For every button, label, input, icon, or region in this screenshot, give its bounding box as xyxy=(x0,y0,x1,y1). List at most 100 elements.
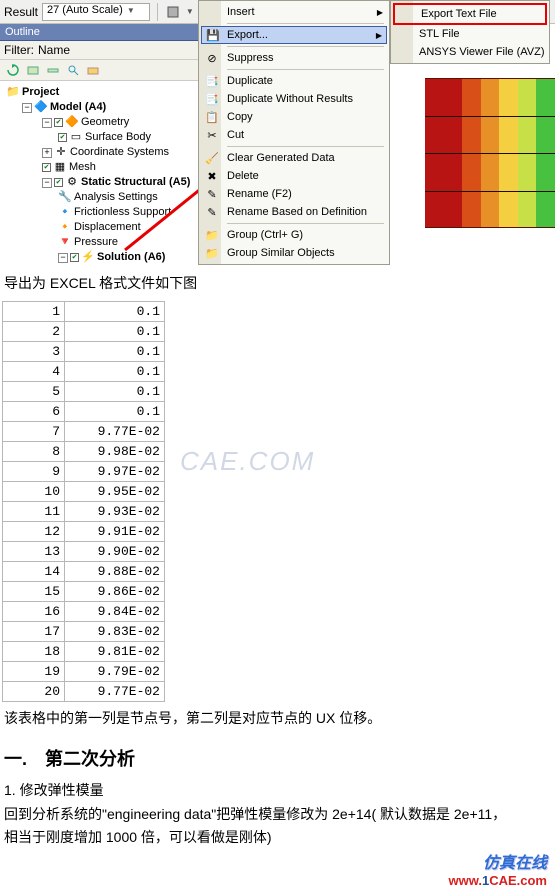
export-submenu[interactable]: Export Text File STL File ANSYS Viewer F… xyxy=(390,0,550,64)
table-cell: 9.90E-02 xyxy=(65,542,165,562)
tree-analysis[interactable]: Analysis Settings xyxy=(74,190,158,205)
table-cell: 9.86E-02 xyxy=(65,582,165,602)
expand-icon[interactable] xyxy=(24,62,42,78)
model-tree[interactable]: 📁Project −🔷Model (A4) −✔🔶Geometry ✔▭Surf… xyxy=(0,81,230,267)
table-cell: 9.98E-02 xyxy=(65,442,165,462)
menu-group-similar[interactable]: 📁Group Similar Objects xyxy=(201,244,387,262)
menu-rename[interactable]: ✎Rename (F2) xyxy=(201,185,387,203)
menu-duplicate-no-results[interactable]: 📑Duplicate Without Results xyxy=(201,90,387,108)
table-row: 209.77E-02 xyxy=(3,682,165,702)
menu-duplicate[interactable]: 📑Duplicate xyxy=(201,72,387,90)
menu-group[interactable]: 📁Group (Ctrl+ G) xyxy=(201,226,387,244)
tree-geometry[interactable]: Geometry xyxy=(81,115,129,130)
step-body-line: 回到分析系统的"engineering data"把弹性模量修改为 2e+14(… xyxy=(4,803,551,827)
result-scale-dropdown[interactable]: 27 (Auto Scale) ▼ xyxy=(42,3,150,21)
tree-project[interactable]: Project xyxy=(22,85,59,100)
check-icon: ✔ xyxy=(42,163,51,172)
table-cell: 18 xyxy=(3,642,65,662)
cut-icon: ✂ xyxy=(204,127,220,143)
tree-static[interactable]: Static Structural (A5) xyxy=(81,175,190,190)
table-explanation: 该表格中的第一列是节点号，第二列是对应节点的 UX 位移。 xyxy=(0,702,555,734)
tree-pressure[interactable]: Pressure xyxy=(74,235,118,250)
filter-label: Filter: xyxy=(4,43,34,57)
expander-icon[interactable]: − xyxy=(22,103,32,113)
table-row: 109.95E-02 xyxy=(3,482,165,502)
copy-icon: 📋 xyxy=(204,109,220,125)
refresh-icon[interactable] xyxy=(4,62,22,78)
rename-icon: ✎ xyxy=(204,204,220,220)
collapse-icon[interactable] xyxy=(44,62,62,78)
table-row: 50.1 xyxy=(3,382,165,402)
table-cell: 0.1 xyxy=(65,302,165,322)
table-row: 10.1 xyxy=(3,302,165,322)
step-title: 1. 修改弹性模量 xyxy=(4,779,551,803)
table-row: 169.84E-02 xyxy=(3,602,165,622)
tree-toolbar xyxy=(0,60,230,81)
table-row: 159.86E-02 xyxy=(3,582,165,602)
geometry-icon[interactable] xyxy=(165,4,181,20)
result-scale-value: 27 (Auto Scale) xyxy=(47,4,123,16)
project-icon: 📁 xyxy=(6,86,20,100)
table-cell: 0.1 xyxy=(65,322,165,342)
table-cell: 0.1 xyxy=(65,402,165,422)
tree-displacement[interactable]: Displacement xyxy=(74,220,141,235)
table-cell: 9.79E-02 xyxy=(65,662,165,682)
tree-surface[interactable]: Surface Body xyxy=(85,130,151,145)
section-title: 一. 第二次分析 xyxy=(4,745,551,771)
menu-suppress[interactable]: ⊘Suppress xyxy=(201,49,387,67)
tree-mesh[interactable]: Mesh xyxy=(69,160,96,175)
table-cell: 9 xyxy=(3,462,65,482)
folder-icon: 📁 xyxy=(204,245,220,261)
table-row: 79.77E-02 xyxy=(3,422,165,442)
solution-icon: ⚡ xyxy=(81,251,95,265)
table-cell: 11 xyxy=(3,502,65,522)
expander-icon[interactable]: − xyxy=(42,178,52,188)
expander-icon[interactable]: − xyxy=(58,253,68,263)
tree-coord[interactable]: Coordinate Systems xyxy=(70,145,169,160)
expander-icon[interactable]: + xyxy=(42,148,52,158)
chevron-right-icon: ▶ xyxy=(377,8,383,17)
table-cell: 0.1 xyxy=(65,362,165,382)
export-icon: 💾 xyxy=(205,27,221,43)
table-row: 179.83E-02 xyxy=(3,622,165,642)
table-row: 119.93E-02 xyxy=(3,502,165,522)
menu-cut[interactable]: ✂Cut xyxy=(201,126,387,144)
find-icon[interactable] xyxy=(64,62,82,78)
folder-icon[interactable] xyxy=(84,62,102,78)
menu-copy[interactable]: 📋Copy xyxy=(201,108,387,126)
duplicate-icon: 📑 xyxy=(204,73,220,89)
menu-export-stl[interactable]: STL File xyxy=(393,25,547,43)
table-cell: 9.83E-02 xyxy=(65,622,165,642)
tree-solinfo[interactable]: Solution Information xyxy=(90,265,188,267)
menu-clear[interactable]: 🧹Clear Generated Data xyxy=(201,149,387,167)
tree-frictionless[interactable]: Frictionless Support xyxy=(74,205,171,220)
tree-model[interactable]: Model (A4) xyxy=(50,100,106,115)
menu-export[interactable]: 💾Export...▶ xyxy=(201,26,387,44)
table-cell: 9.81E-02 xyxy=(65,642,165,662)
check-icon: ✔ xyxy=(58,133,67,142)
menu-export-avz[interactable]: ANSYS Viewer File (AVZ) xyxy=(393,43,547,61)
delete-icon: ✖ xyxy=(204,168,220,184)
expander-icon[interactable]: − xyxy=(42,118,52,128)
mesh-icon: ▦ xyxy=(53,161,67,175)
table-cell: 4 xyxy=(3,362,65,382)
table-cell: 12 xyxy=(3,522,65,542)
menu-insert[interactable]: Insert▶ xyxy=(201,3,387,21)
table-cell: 6 xyxy=(3,402,65,422)
table-cell: 8 xyxy=(3,442,65,462)
table-cell: 0.1 xyxy=(65,342,165,362)
menu-delete[interactable]: ✖Delete xyxy=(201,167,387,185)
outline-panel: Outline Filter: Name ▼ 📁Project −🔷Model … xyxy=(0,24,230,267)
clear-icon: 🧹 xyxy=(204,150,220,166)
table-cell: 2 xyxy=(3,322,65,342)
coord-icon: ✛ xyxy=(54,146,68,160)
check-icon: ✔ xyxy=(70,253,79,262)
table-cell: 19 xyxy=(3,662,65,682)
context-menu[interactable]: Insert▶ 💾Export...▶ ⊘Suppress 📑Duplicate… xyxy=(198,0,390,265)
table-cell: 13 xyxy=(3,542,65,562)
info-icon: ⚠ xyxy=(74,266,88,268)
tree-solution[interactable]: Solution (A6) xyxy=(97,250,165,265)
menu-export-text[interactable]: Export Text File xyxy=(393,3,547,25)
table-cell: 9.84E-02 xyxy=(65,602,165,622)
menu-rename-def[interactable]: ✎Rename Based on Definition xyxy=(201,203,387,221)
